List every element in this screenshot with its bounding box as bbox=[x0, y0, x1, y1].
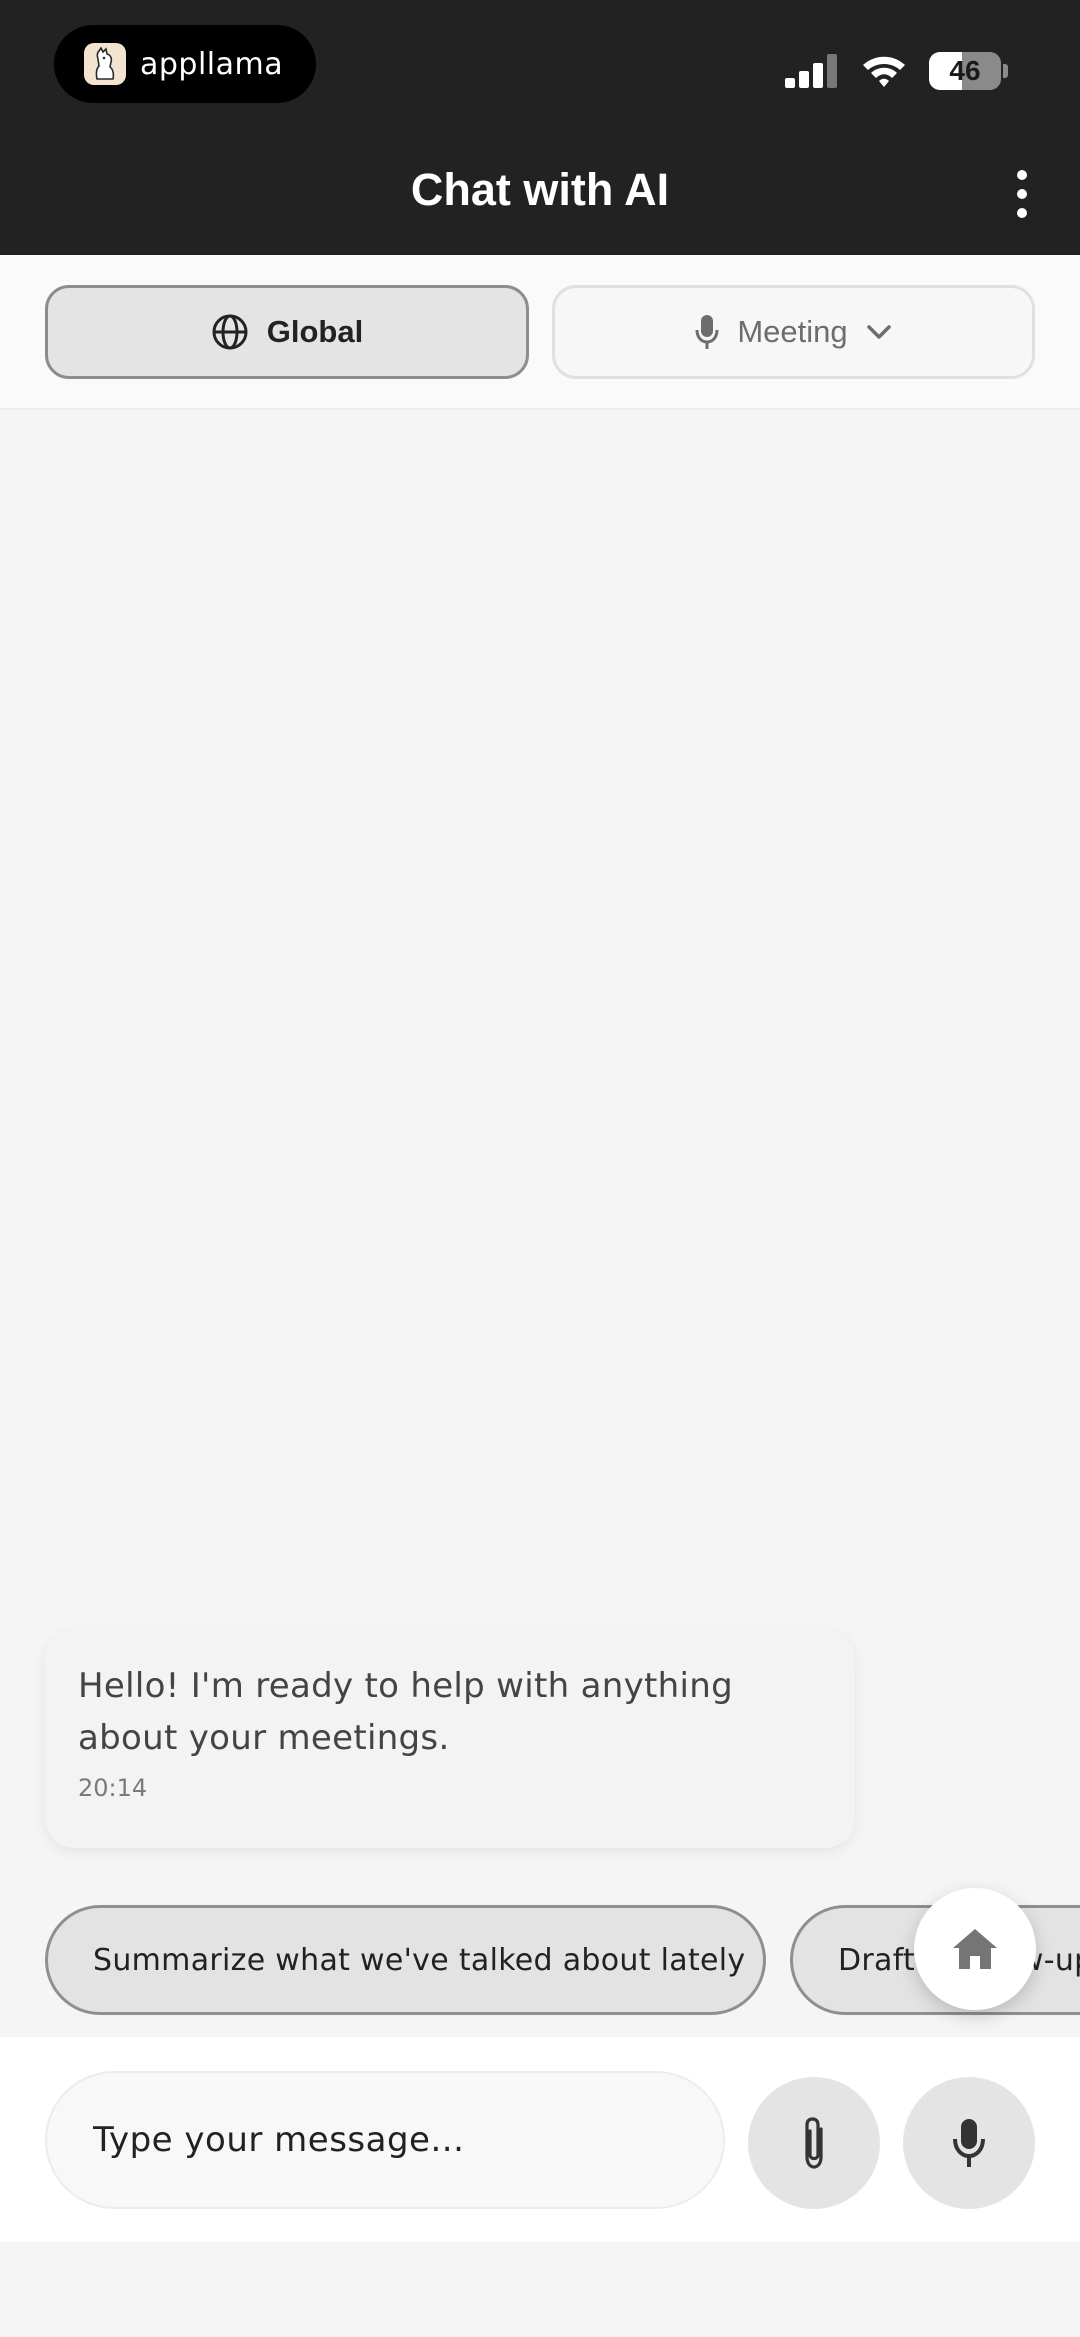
paperclip-icon bbox=[805, 2117, 823, 2169]
app-pill[interactable]: appllama bbox=[54, 25, 316, 103]
suggestion-chip[interactable]: Summarize what we've talked about lately bbox=[45, 1905, 766, 2015]
global-mode-button[interactable]: Global bbox=[45, 285, 529, 379]
page-title: Chat with AI bbox=[410, 164, 670, 215]
global-mode-label: Global bbox=[266, 314, 364, 349]
home-button[interactable] bbox=[914, 1888, 1036, 2010]
message-input[interactable] bbox=[45, 2071, 725, 2209]
cellular-signal-icon bbox=[785, 54, 837, 88]
more-options-button[interactable] bbox=[1004, 170, 1040, 218]
more-vertical-icon bbox=[1017, 170, 1027, 180]
app-name: appllama bbox=[140, 46, 284, 82]
message-text: Hello! I'm ready to help with anything a… bbox=[78, 1666, 733, 1758]
status-icons: 46 bbox=[785, 48, 1008, 94]
microphone-icon bbox=[953, 2119, 985, 2167]
battery-indicator: 46 bbox=[929, 52, 1001, 90]
meeting-mode-label: Meeting bbox=[737, 314, 848, 349]
microphone-icon bbox=[695, 315, 719, 349]
top-bar: appllama 46 Chat with AI bbox=[0, 0, 1080, 255]
message-timestamp: 20:14 bbox=[78, 1774, 148, 1802]
attach-button[interactable] bbox=[748, 2077, 880, 2209]
battery-nub bbox=[1003, 64, 1008, 78]
battery-percent: 46 bbox=[949, 55, 981, 86]
mode-selector: Global Meeting bbox=[0, 255, 1080, 410]
wifi-icon bbox=[863, 56, 905, 87]
home-icon bbox=[953, 1929, 997, 1969]
composer-bar bbox=[0, 2037, 1080, 2242]
ai-message-bubble: Hello! I'm ready to help with anything a… bbox=[45, 1630, 855, 1848]
chevron-down-icon bbox=[866, 325, 891, 339]
meeting-mode-dropdown[interactable]: Meeting bbox=[552, 285, 1035, 379]
globe-icon bbox=[212, 314, 248, 350]
voice-input-button[interactable] bbox=[903, 2077, 1035, 2209]
llama-logo-icon bbox=[84, 43, 126, 85]
